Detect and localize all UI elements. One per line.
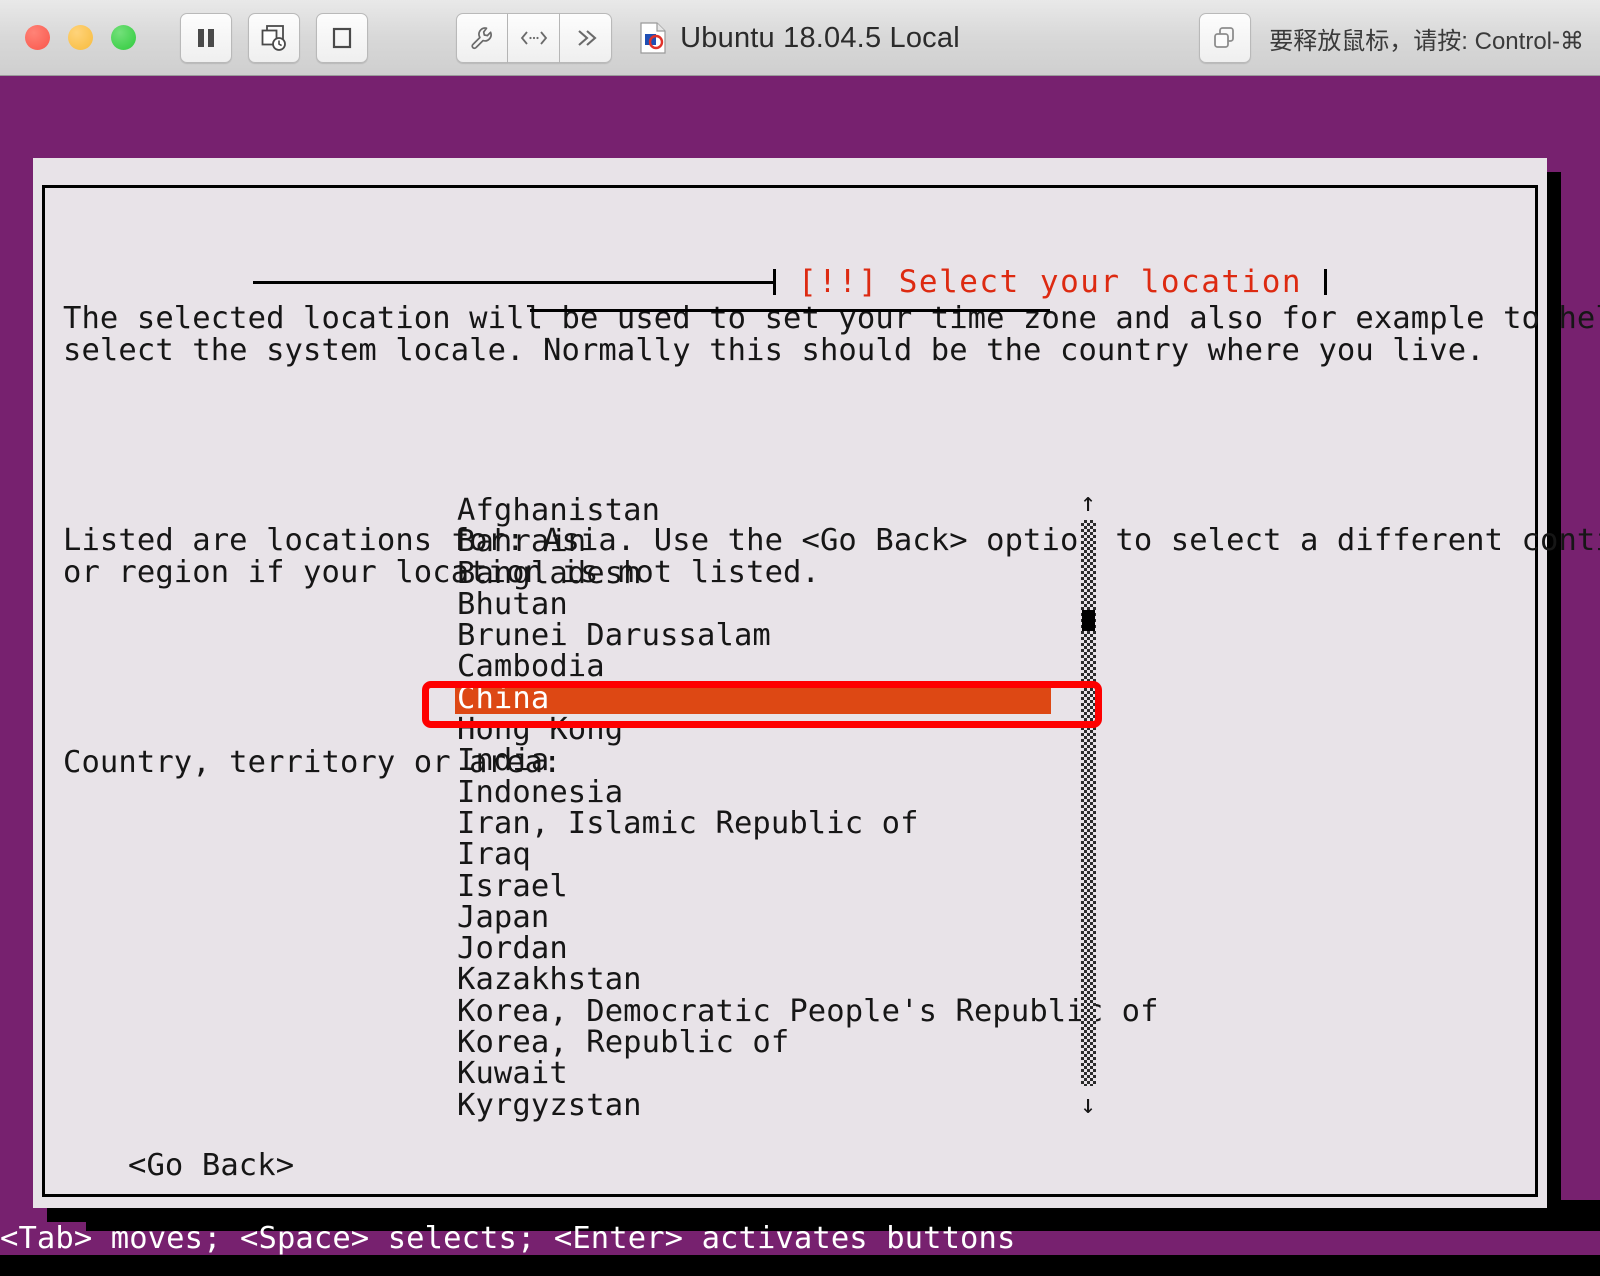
- more-button[interactable]: [560, 12, 612, 63]
- list-item[interactable]: Indonesia: [455, 776, 1515, 808]
- vm-document-icon: [640, 22, 666, 54]
- settings-button[interactable]: [456, 12, 508, 63]
- help-text: <Tab> moves; <Space> selects; <Enter> ac…: [0, 1221, 1016, 1256]
- chevron-double-right-icon: [577, 29, 597, 46]
- ubuntu-installer-screen: [!!] Select your location The selected l…: [0, 76, 1600, 1276]
- zoom-window-button[interactable]: [111, 25, 136, 50]
- list-item[interactable]: Korea, Republic of: [455, 1027, 1515, 1059]
- list-scrollbar[interactable]: ↑ ↓: [1079, 490, 1097, 1118]
- stop-square-icon: [332, 27, 352, 48]
- snapshot-button[interactable]: [248, 12, 300, 63]
- list-item[interactable]: Hong Kong: [455, 714, 1515, 746]
- windows-button[interactable]: [1199, 13, 1252, 63]
- list-item-selected[interactable]: China: [455, 682, 1051, 714]
- list-item[interactable]: Bahrain: [455, 526, 1515, 558]
- dialog-title: [!!] Select your location: [797, 264, 1303, 300]
- copy-windows-icon: [1214, 27, 1235, 48]
- vm-control-toolbar: [180, 12, 368, 63]
- list-item[interactable]: Cambodia: [455, 651, 1515, 683]
- snapshot-clock-icon: [261, 24, 286, 51]
- title-tick-right: [1324, 269, 1328, 295]
- mac-window-titlebar: Ubuntu 18.04.5 Local 要释放鼠标，请按: Control-⌘: [0, 0, 1600, 76]
- scroll-down-arrow-icon[interactable]: ↓: [1079, 1092, 1097, 1118]
- list-item[interactable]: Korea, Democratic People's Republic of: [455, 995, 1515, 1027]
- pause-icon: [198, 28, 214, 47]
- list-item[interactable]: Brunei Darussalam: [455, 620, 1515, 652]
- release-mouse-hint: 要释放鼠标，请按: Control-⌘: [1269, 27, 1584, 55]
- list-item[interactable]: Iraq: [455, 839, 1515, 871]
- vm-tools-toolbar: [456, 12, 612, 63]
- scrollbar-thumb[interactable]: [1082, 610, 1095, 631]
- minimize-window-button[interactable]: [68, 25, 93, 50]
- list-item[interactable]: India: [455, 745, 1515, 777]
- list-item[interactable]: Kuwait: [455, 1058, 1515, 1090]
- list-item[interactable]: Jordan: [455, 933, 1515, 965]
- installer-help-bar: <Tab> moves; <Space> selects; <Enter> ac…: [0, 1223, 1600, 1255]
- title-rule-left: [252, 280, 773, 284]
- dialog-title-bar: [!!] Select your location: [33, 264, 1547, 319]
- close-window-button[interactable]: [25, 25, 50, 50]
- list-item[interactable]: Israel: [455, 870, 1515, 902]
- wrench-icon: [471, 26, 492, 49]
- titlebar-right-cluster: 要释放鼠标，请按: Control-⌘: [1199, 0, 1584, 76]
- window-title: Ubuntu 18.04.5 Local: [680, 21, 960, 54]
- country-list[interactable]: Afghanistan Bahrain Bangladesh Bhutan Br…: [455, 495, 1515, 1121]
- title-rule-right: [530, 309, 1050, 312]
- resize-button[interactable]: [508, 12, 560, 63]
- scrollbar-track[interactable]: [1081, 520, 1096, 1086]
- pause-button[interactable]: [180, 12, 232, 63]
- window-traffic-lights: [25, 25, 136, 50]
- go-back-button[interactable]: <Go Back>: [128, 1148, 294, 1183]
- screen-black-footer: [0, 1255, 1600, 1276]
- list-item[interactable]: Afghanistan: [455, 495, 1515, 527]
- list-item[interactable]: Bangladesh: [455, 557, 1515, 589]
- list-item[interactable]: Bhutan: [455, 589, 1515, 621]
- list-item[interactable]: Kazakhstan: [455, 964, 1515, 996]
- debconf-dialog: [!!] Select your location The selected l…: [33, 158, 1600, 1208]
- scroll-up-arrow-icon[interactable]: ↑: [1079, 490, 1097, 516]
- resize-arrows-icon: [520, 30, 547, 45]
- stop-button[interactable]: [316, 12, 368, 63]
- list-item[interactable]: Iran, Islamic Republic of: [455, 808, 1515, 840]
- list-item[interactable]: Japan: [455, 902, 1515, 934]
- list-item[interactable]: Kyrgyzstan: [455, 1089, 1515, 1121]
